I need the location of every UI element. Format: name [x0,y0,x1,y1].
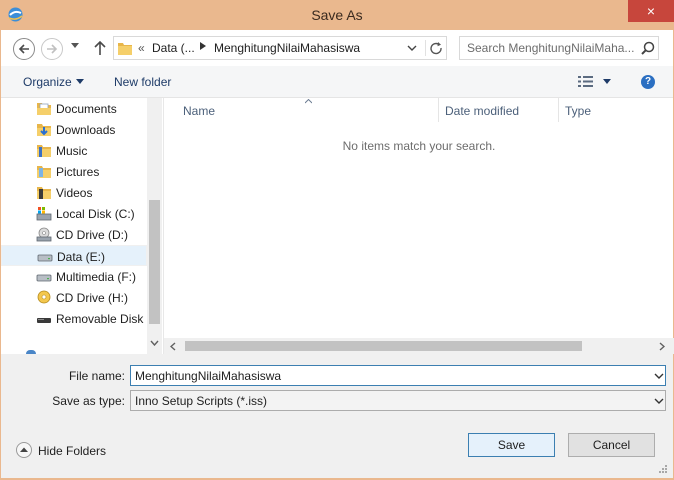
save-as-type-label: Save as type: [52,394,125,408]
refresh-button[interactable] [425,40,445,56]
up-arrow-icon[interactable] [94,40,106,56]
window-title: Save As [311,7,363,23]
save-as-type-value: Inno Setup Scripts (*.iss) [135,394,268,408]
chevron-down-icon[interactable] [603,79,611,84]
nav-item-label: Videos [56,186,93,200]
back-arrow-icon [18,44,29,54]
nav-item-label: Pictures [56,165,100,179]
view-options-icon[interactable] [578,75,594,88]
file-name-label: File name: [68,369,125,383]
column-header-label: Type [565,104,592,118]
column-header-name[interactable]: Name [164,98,438,122]
nav-item-documents[interactable]: Documents [1,98,147,119]
title-bar: Save As × [0,0,674,30]
sort-ascending-icon [305,99,312,104]
navigation-pane: Documents Downloads Music Pictures Video… [1,98,163,354]
new-folder-button[interactable]: New folder [114,75,171,89]
refresh-icon [430,42,442,55]
nav-item-label: Multimedia (F:) [56,270,137,284]
nav-item-label: Music [56,144,88,158]
nav-item-label: Data (E:) [57,250,106,264]
nav-item-removable-disk[interactable]: Removable Disk ( [1,308,151,329]
nav-pane-scrollbar[interactable] [147,98,162,354]
scrollbar-thumb[interactable] [149,200,160,324]
file-name-field[interactable] [130,365,666,386]
breadcrumb-overflow[interactable]: « [138,41,145,55]
save-button[interactable]: Save [468,433,555,457]
cd-drive-gold-icon [37,290,51,304]
cancel-button[interactable]: Cancel [568,433,655,457]
nav-item-label: Local Disk (C:) [56,207,135,221]
nav-item-multimedia-f[interactable]: Multimedia (F:) [1,266,147,287]
address-bar[interactable]: « Data (... MenghitungNilaiMahasiswa [113,36,447,60]
save-as-type-select[interactable]: Inno Setup Scripts (*.iss) [130,390,666,411]
column-header-label: Name [183,104,216,118]
back-button[interactable] [13,38,35,60]
music-icon [37,145,51,157]
column-header-date-modified[interactable]: Date modified [438,98,558,122]
cd-drive-icon [36,227,52,242]
help-icon[interactable]: ? [641,75,655,89]
nav-item-pictures[interactable]: Pictures [1,161,147,182]
folder-icon [118,43,132,55]
chevron-down-icon[interactable] [654,398,664,405]
breadcrumb-item[interactable]: MenghitungNilaiMahasiswa [214,41,360,55]
forward-arrow-icon [47,44,58,54]
nav-item-label: Downloads [56,123,116,137]
address-row: « Data (... MenghitungNilaiMahasiswa [1,30,673,66]
nav-item-local-disk-c[interactable]: Local Disk (C:) [1,203,147,224]
chevron-down-icon[interactable] [654,373,664,380]
chevron-right-icon[interactable] [659,342,665,351]
file-list-horizontal-scrollbar[interactable] [164,338,674,354]
hide-folders-label: Hide Folders [38,444,107,458]
forward-button[interactable] [41,38,63,60]
nav-item-cd-drive-d[interactable]: CD Drive (D:) [1,224,147,245]
scrollbar-thumb[interactable] [185,341,582,351]
hide-folders-toggle[interactable]: Hide Folders [16,442,116,458]
close-button[interactable]: × [628,0,674,22]
search-box[interactable] [459,36,659,60]
search-input[interactable] [467,41,637,55]
removable-disk-icon [37,318,51,323]
nav-item-label: Removable Disk ( [56,312,151,326]
search-icon[interactable] [641,41,655,55]
organize-menu[interactable]: Organize [23,75,72,89]
pictures-icon [37,166,51,178]
chevron-left-icon[interactable] [170,342,176,351]
nav-item-label: Documents [56,102,117,116]
chevron-down-icon[interactable] [407,45,417,52]
nav-item-label: CD Drive (H:) [56,291,128,305]
nav-item-cd-drive-h[interactable]: CD Drive (H:) [1,287,147,308]
file-name-input[interactable] [135,369,635,383]
nav-item-data-e[interactable]: Data (E:) [1,245,147,266]
recent-locations-dropdown-icon[interactable] [71,43,79,49]
nav-item-downloads[interactable]: Downloads [1,119,147,140]
drive-icon [37,254,53,262]
nav-item-videos[interactable]: Videos [1,182,147,203]
nav-item-music[interactable]: Music [1,140,147,161]
documents-icon [37,103,51,115]
save-form: File name: Save as type: Inno Setup Scri… [1,354,673,479]
nav-item-label: CD Drive (D:) [56,228,128,242]
chevron-down-icon[interactable] [150,340,159,346]
column-header-label: Date modified [445,104,520,118]
chevron-up-icon [16,442,32,458]
save-as-dialog: « Data (... MenghitungNilaiMahasiswa Sea… [1,30,674,479]
chevron-down-icon[interactable] [76,79,84,84]
drive-icon [36,274,52,282]
resize-grip-icon[interactable] [658,464,668,474]
empty-message: No items match your search. [342,139,496,153]
downloads-icon [37,124,51,136]
column-header-type[interactable]: Type [558,98,674,122]
chevron-right-icon[interactable] [200,42,206,50]
file-list: Name Date modified Type No items match y… [163,98,674,354]
local-disk-icon [36,207,52,221]
command-bar: Organize New folder ? [1,66,673,98]
breadcrumb-item[interactable]: Data (... [152,41,195,55]
videos-icon [37,187,51,199]
